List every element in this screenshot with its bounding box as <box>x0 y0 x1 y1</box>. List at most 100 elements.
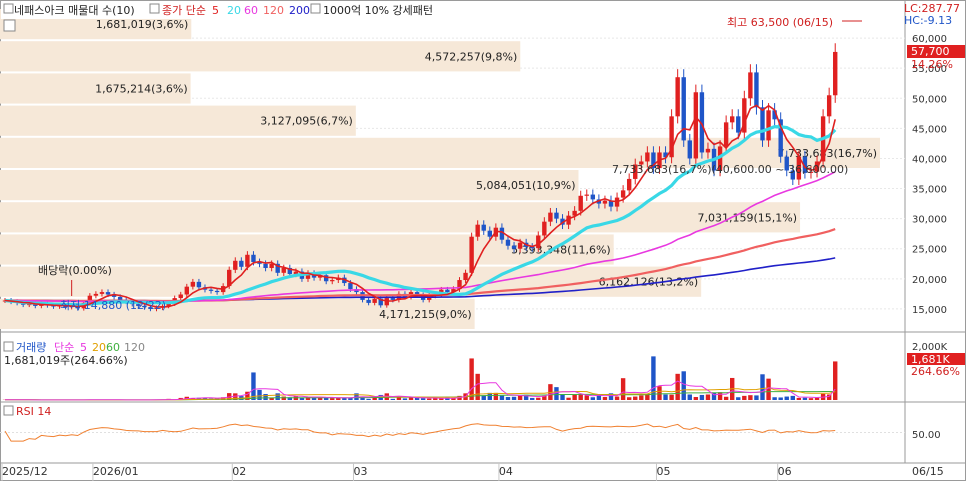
ma-legend-period: 60 <box>244 4 258 17</box>
volume-bar <box>778 397 783 400</box>
volume-bar <box>469 358 474 400</box>
candle-body <box>233 260 238 270</box>
candle-body <box>445 289 450 293</box>
volume-bar <box>572 394 577 400</box>
volume-bar <box>808 398 814 400</box>
candle-body <box>184 286 189 295</box>
volume-bar <box>263 394 268 400</box>
volume-bar <box>590 397 596 400</box>
volume-bar <box>796 397 802 400</box>
candle-body <box>705 148 711 153</box>
volume-bar <box>390 398 396 400</box>
volume-bar <box>723 396 729 400</box>
candle-body <box>511 245 517 249</box>
candle-body <box>645 152 650 162</box>
price-tick-label: 30,000 <box>912 215 947 226</box>
rsi-tick-label: 50.00 <box>912 430 941 441</box>
stock-chart: 15,000 20,000 25,000 30,000 35,000 40,000 45,0… <box>0 0 966 481</box>
candle-body <box>372 298 377 303</box>
last-price-label: 57,700 <box>911 45 950 58</box>
candle-body <box>366 299 371 303</box>
x-tick-label: 02 <box>232 465 246 478</box>
volume-bar <box>651 356 656 400</box>
volume-bar <box>427 398 432 400</box>
candle-body <box>687 140 692 159</box>
volume-panel-title: 거래량 <box>16 341 46 354</box>
grid-toggle-icon <box>3 19 16 32</box>
volume-bar <box>742 395 747 400</box>
rsi-toggle-icon <box>3 405 14 416</box>
candle-body <box>542 221 547 236</box>
volume-profile-label: 1,681,019(3,6%) <box>96 18 189 31</box>
volume-bar <box>420 398 426 400</box>
volume-profile-label: 5,084,051(10,9%) <box>476 179 576 192</box>
volume-profile-label: 4,171,215(9,0%) <box>379 308 472 321</box>
volume-bar <box>578 394 583 400</box>
volume-profile-label: 4,572,257(9,8%) <box>425 50 518 63</box>
ma-legend-period: 200 <box>289 4 310 17</box>
candle-body <box>390 298 396 300</box>
volume-bar <box>790 395 795 400</box>
volume-bar <box>736 397 741 400</box>
volume-bar <box>754 395 759 400</box>
x-tick-label: 06/15 <box>912 465 944 478</box>
volume-bar <box>802 397 808 400</box>
volume-bar <box>536 397 541 400</box>
price-tick-label: 20,000 <box>912 275 947 286</box>
volume-bar <box>566 397 571 400</box>
volume-ma-period: 60 <box>106 341 120 354</box>
candle-body <box>251 254 256 262</box>
volume-profile-label: 1,675,214(3,6%) <box>95 83 188 96</box>
volume-bar <box>402 398 408 400</box>
x-tick-label: 2025/12 <box>2 465 48 478</box>
candle-body <box>736 116 741 133</box>
candle-body <box>626 178 632 191</box>
candle-body <box>554 212 559 219</box>
candle-body <box>178 294 183 299</box>
volume-bar <box>748 395 753 400</box>
volume-profile-label: 3,127,095(6,7%) <box>260 115 353 128</box>
volume-profile-bar <box>0 202 801 233</box>
candle-body <box>463 272 468 281</box>
candle-body <box>602 200 608 204</box>
x-tick-label: 04 <box>499 465 513 478</box>
x-tick-label: 2026/01 <box>93 465 139 478</box>
candle-body <box>208 289 214 291</box>
price-tick-label: 15,000 <box>912 305 947 316</box>
rsi-panel-title: RSI 14 <box>16 405 51 418</box>
candle-body <box>214 290 220 293</box>
candle-body <box>505 239 511 246</box>
dividend-label: 배당락(0.00%) <box>38 264 112 277</box>
volume-ma-label: 단순 <box>54 341 74 354</box>
volume-bar <box>705 394 711 400</box>
hc-label: HC:-9.13 <box>904 14 952 27</box>
price-tick-label: 50,000 <box>912 94 947 105</box>
candle-body <box>99 292 105 294</box>
volume-bar <box>505 397 511 400</box>
profile-range-label: 7,733,683(16,7%)(40,600.00 ~ 36,600.00) <box>612 163 848 176</box>
volume-bar <box>633 396 638 400</box>
volume-bar <box>657 386 662 400</box>
volume-bar <box>639 395 644 400</box>
x-tick-label: 05 <box>656 465 670 478</box>
volume-bar <box>669 394 674 400</box>
candle-body <box>190 281 196 287</box>
volume-bar <box>717 392 723 400</box>
candle-body <box>833 51 838 96</box>
candle-body <box>245 254 250 267</box>
candle-body <box>239 260 244 267</box>
high-annotation-label: 최고 63,500 (06/15) <box>727 16 833 29</box>
ma-legend-period: 20 <box>227 4 241 17</box>
volume-bar <box>511 396 517 400</box>
candle-body <box>196 281 202 288</box>
ma-legend-label: 종가 단순 <box>162 4 206 17</box>
volume-tick-label: 2,000K <box>912 342 948 353</box>
volume-bar <box>663 394 668 400</box>
candle-body <box>105 292 111 295</box>
volume-bar <box>772 397 777 400</box>
candle-body <box>269 263 274 269</box>
x-tick-label: 03 <box>353 465 367 478</box>
candle-body <box>93 293 99 296</box>
candle-body <box>748 72 753 99</box>
price-tick-label: 35,000 <box>912 185 947 196</box>
